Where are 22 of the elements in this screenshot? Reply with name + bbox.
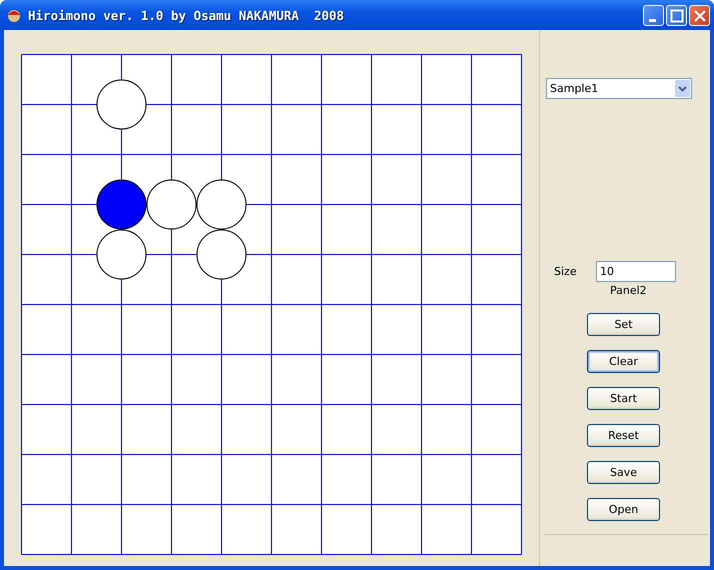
stone[interactable] [196,230,246,280]
action-button[interactable]: Clear [587,350,660,373]
close-icon[interactable] [689,4,710,26]
app-icon [6,7,22,23]
size-label: Size [554,265,578,278]
stone[interactable] [146,180,196,230]
minimize-icon[interactable] [643,4,664,26]
stone[interactable] [96,80,146,130]
maximize-icon[interactable] [666,4,687,26]
window-title: Hiroimono ver. 1.0 by Osamu NAKAMURA 2008 [28,8,346,22]
game-board[interactable] [21,54,522,555]
size-field[interactable]: 10 [596,261,676,282]
action-button[interactable]: Set [587,313,660,336]
panel-label: Panel2 [610,284,648,297]
action-button[interactable]: Start [587,387,660,410]
action-button[interactable]: Open [587,498,660,521]
action-button[interactable]: Reset [587,424,660,447]
action-button[interactable]: Save [587,461,660,484]
stone[interactable] [96,230,146,280]
sample-dropdown[interactable]: Sample1 [546,78,692,99]
stone[interactable] [196,180,246,230]
stone[interactable] [96,180,146,230]
